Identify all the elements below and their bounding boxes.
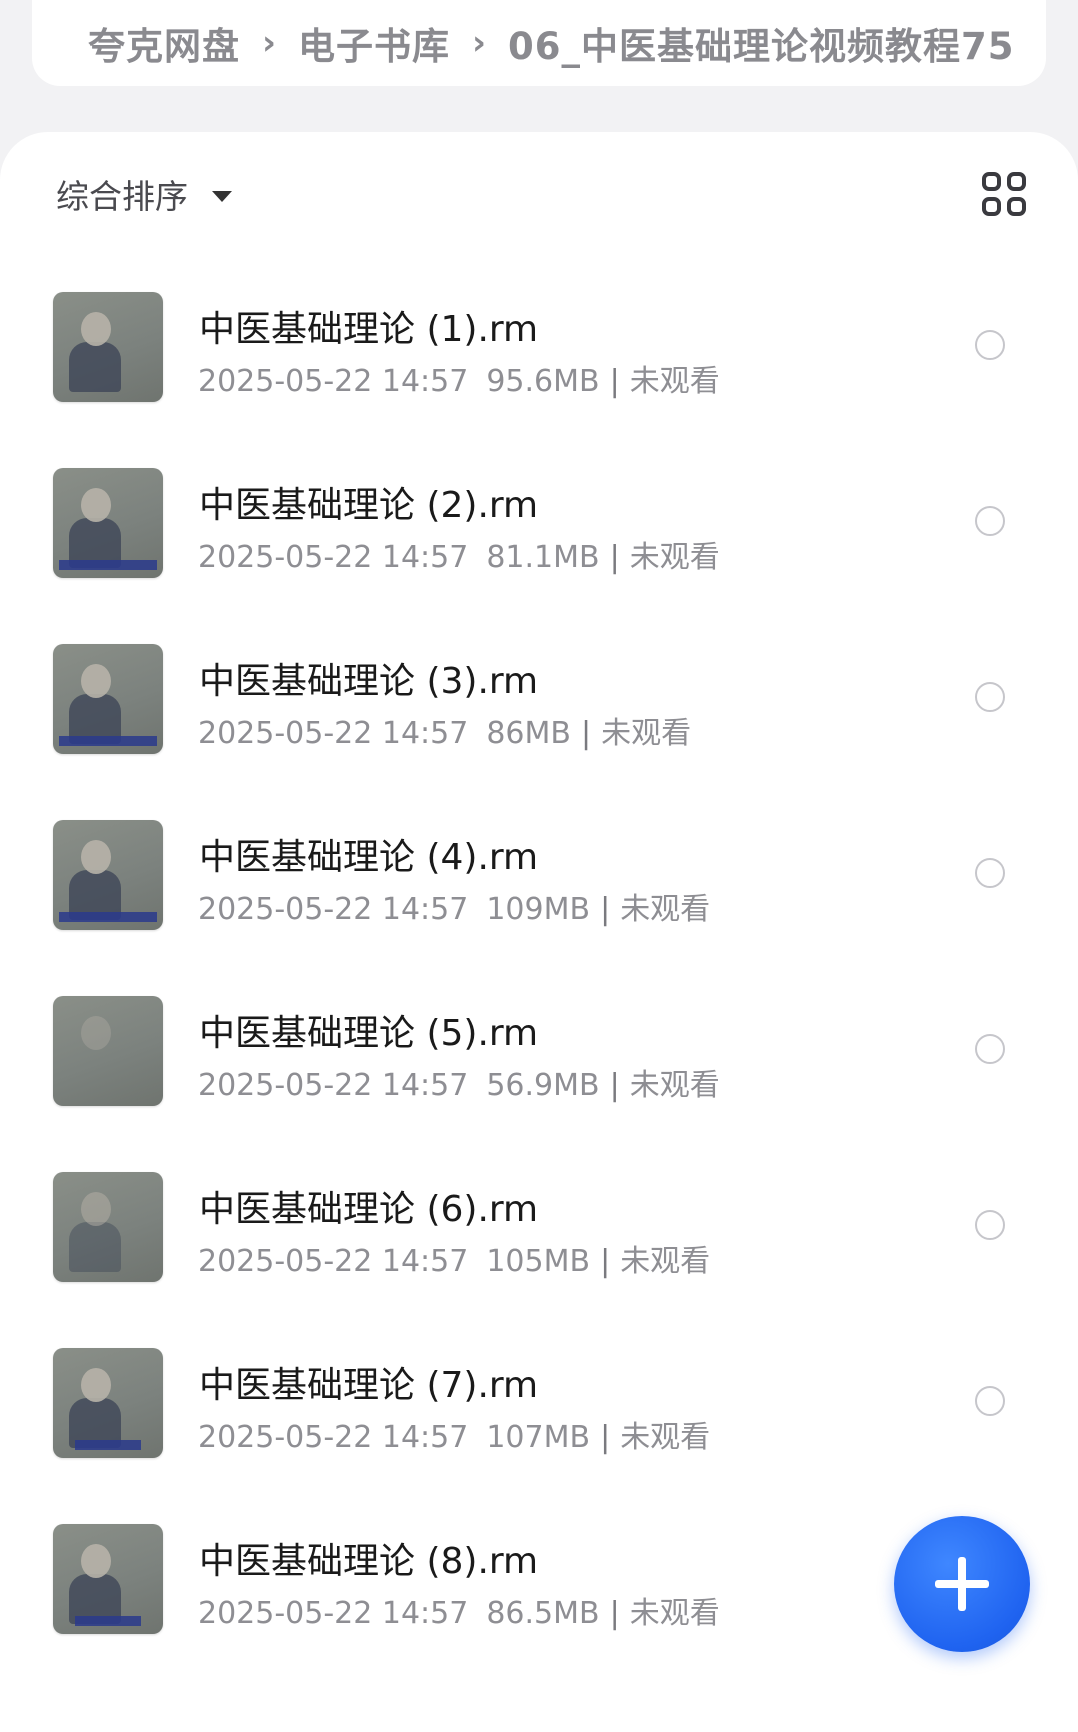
file-row[interactable]: 中医基础理论 (2).rm 2025-05-22 14:57 81.1MB | 未观看	[0, 468, 1078, 644]
file-name: 中医基础理论 (6).rm	[199, 1189, 539, 1230]
video-thumbnail	[53, 468, 163, 578]
breadcrumb-chevron-icon: ›	[262, 23, 277, 63]
meta-separator: |	[609, 364, 620, 399]
add-button[interactable]	[894, 1516, 1030, 1652]
file-size: 105MB	[486, 1244, 591, 1279]
watch-status: 未观看	[629, 1068, 720, 1103]
file-name: 中医基础理论 (1).rm	[199, 309, 539, 350]
breadcrumb: 夸克网盘 › 电子书库 › 06_中医基础理论视频教程75	[32, 0, 1046, 86]
watch-status: 未观看	[601, 716, 692, 751]
video-thumbnail	[53, 1348, 163, 1458]
file-meta: 2025-05-22 14:57 81.1MB | 未观看	[198, 532, 720, 576]
file-size: 109MB	[486, 892, 591, 927]
file-name: 中医基础理论 (3).rm	[199, 661, 539, 702]
file-size: 86.5MB	[486, 1596, 600, 1631]
breadcrumb-chevron-icon: ›	[472, 23, 487, 63]
meta-separator: |	[609, 1068, 620, 1103]
file-name: 中医基础理论 (2).rm	[199, 485, 539, 526]
file-size: 56.9MB	[486, 1068, 600, 1103]
file-row[interactable]: 中医基础理论 (7).rm 2025-05-22 14:57 107MB | 未观看	[0, 1348, 1078, 1524]
file-list-panel: 综合排序 中医基础理论 (1).rm 2025-05-22 14:57 95.6M…	[0, 132, 1078, 1732]
select-checkbox[interactable]	[975, 682, 1005, 712]
file-meta: 2025-05-22 14:57 107MB | 未观看	[198, 1412, 710, 1456]
file-meta: 2025-05-22 14:57 95.6MB | 未观看	[198, 356, 720, 400]
meta-separator: |	[600, 1420, 611, 1455]
file-list: 中医基础理论 (1).rm 2025-05-22 14:57 95.6MB | 未观看…	[0, 292, 1078, 1700]
file-name: 中医基础理论 (7).rm	[199, 1365, 539, 1406]
file-size: 86MB	[486, 716, 571, 751]
video-thumbnail	[53, 1524, 163, 1634]
file-meta: 2025-05-22 14:57 105MB | 未观看	[198, 1236, 710, 1280]
video-thumbnail	[53, 644, 163, 754]
file-meta: 2025-05-22 14:57 56.9MB | 未观看	[198, 1060, 720, 1104]
file-row[interactable]: 中医基础理论 (6).rm 2025-05-22 14:57 105MB | 未观看	[0, 1172, 1078, 1348]
caret-down-icon	[212, 190, 232, 202]
meta-separator: |	[609, 1596, 620, 1631]
file-date: 2025-05-22 14:57	[198, 1244, 469, 1279]
watch-status: 未观看	[629, 364, 720, 399]
select-checkbox[interactable]	[975, 858, 1005, 888]
video-thumbnail	[53, 996, 163, 1106]
file-date: 2025-05-22 14:57	[198, 540, 469, 575]
select-checkbox[interactable]	[975, 1210, 1005, 1240]
meta-separator: |	[609, 540, 620, 575]
file-size: 81.1MB	[486, 540, 600, 575]
file-date: 2025-05-22 14:57	[198, 1596, 469, 1631]
breadcrumb-item-root[interactable]: 夸克网盘	[88, 16, 240, 70]
file-date: 2025-05-22 14:57	[198, 1068, 469, 1103]
select-checkbox[interactable]	[975, 1386, 1005, 1416]
select-checkbox[interactable]	[975, 1034, 1005, 1064]
video-thumbnail	[53, 820, 163, 930]
file-name: 中医基础理论 (5).rm	[199, 1013, 539, 1054]
watch-status: 未观看	[620, 1244, 711, 1279]
select-checkbox[interactable]	[975, 506, 1005, 536]
watch-status: 未观看	[620, 1420, 711, 1455]
meta-separator: |	[580, 716, 592, 751]
breadcrumb-item-ebook-library[interactable]: 电子书库	[298, 16, 450, 70]
file-size: 107MB	[486, 1420, 591, 1455]
file-name: 中医基础理论 (8).rm	[199, 1541, 539, 1582]
watch-status: 未观看	[629, 540, 720, 575]
sort-dropdown[interactable]: 综合排序	[56, 170, 232, 218]
file-date: 2025-05-22 14:57	[198, 892, 469, 927]
file-name: 中医基础理论 (4).rm	[199, 837, 539, 878]
file-date: 2025-05-22 14:57	[198, 1420, 469, 1455]
meta-separator: |	[600, 1244, 611, 1279]
file-row[interactable]: 中医基础理论 (4).rm 2025-05-22 14:57 109MB | 未观看	[0, 820, 1078, 996]
file-date: 2025-05-22 14:57	[198, 364, 469, 399]
file-row[interactable]: 中医基础理论 (5).rm 2025-05-22 14:57 56.9MB | 未观看	[0, 996, 1078, 1172]
sort-label: 综合排序	[56, 177, 188, 216]
meta-separator: |	[600, 892, 611, 927]
watch-status: 未观看	[629, 1596, 720, 1631]
watch-status: 未观看	[620, 892, 711, 927]
file-date: 2025-05-22 14:57	[198, 716, 469, 751]
file-size: 95.6MB	[486, 364, 600, 399]
grid-view-icon[interactable]	[982, 172, 1026, 216]
video-thumbnail	[53, 292, 163, 402]
file-row[interactable]: 中医基础理论 (1).rm 2025-05-22 14:57 95.6MB | 未观看	[0, 292, 1078, 468]
file-row[interactable]: 中医基础理论 (3).rm 2025-05-22 14:57 86MB | 未观看	[0, 644, 1078, 820]
file-meta: 2025-05-22 14:57 109MB | 未观看	[198, 884, 710, 928]
select-checkbox[interactable]	[975, 330, 1005, 360]
file-meta: 2025-05-22 14:57 86MB | 未观看	[198, 708, 691, 752]
file-meta: 2025-05-22 14:57 86.5MB | 未观看	[198, 1588, 720, 1632]
breadcrumb-item-current-folder: 06_中医基础理论视频教程75	[508, 25, 1015, 68]
video-thumbnail	[53, 1172, 163, 1282]
